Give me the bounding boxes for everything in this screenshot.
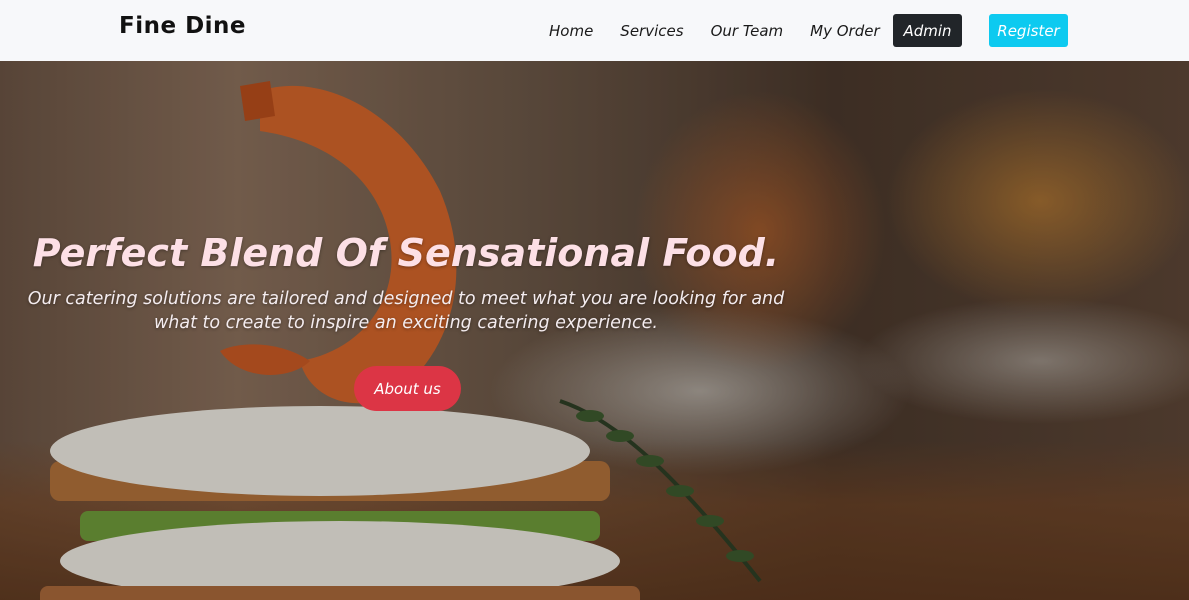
nav-links: Home Services Our Team My Order bbox=[549, 14, 907, 47]
about-us-button[interactable]: About us bbox=[354, 366, 461, 411]
register-button[interactable]: Register bbox=[989, 14, 1068, 47]
hero-title: Perfect Blend Of Sensational Food. bbox=[32, 231, 780, 275]
hero-subtitle: Our catering solutions are tailored and … bbox=[27, 289, 785, 333]
nav-link-services[interactable]: Services bbox=[620, 22, 683, 40]
hero-section: Perfect Blend Of Sensational Food. Our c… bbox=[0, 61, 1189, 600]
nav-link-my-order[interactable]: My Order bbox=[810, 22, 879, 40]
nav-link-our-team[interactable]: Our Team bbox=[711, 22, 784, 40]
nav-link-home[interactable]: Home bbox=[549, 22, 593, 40]
admin-button[interactable]: Admin bbox=[893, 14, 962, 47]
navbar: Fine Dine Home Services Our Team My Orde… bbox=[0, 0, 1189, 61]
brand-logo[interactable]: Fine Dine bbox=[119, 13, 246, 39]
